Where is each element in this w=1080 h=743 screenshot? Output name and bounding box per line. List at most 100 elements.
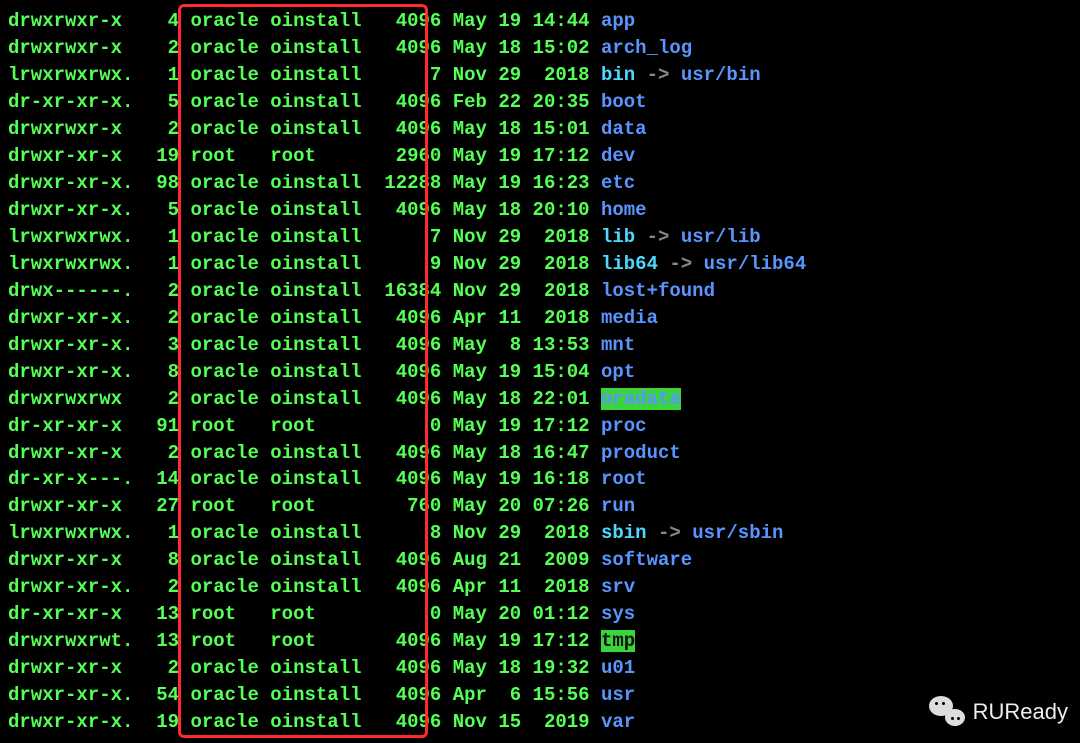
file-name: usr	[601, 684, 635, 706]
date: May 18 22:01	[453, 388, 590, 410]
permissions: lrwxrwxrwx.	[8, 522, 133, 544]
date: May 19 16:18	[453, 468, 590, 490]
link-count: 2	[145, 280, 179, 302]
permissions: drwxr-xr-x.	[8, 172, 133, 194]
owner: root	[190, 630, 258, 652]
permissions: drwxrwxrwx	[8, 388, 133, 410]
owner: oracle	[190, 361, 258, 383]
date: Nov 29 2018	[453, 280, 590, 302]
link-count: 1	[145, 226, 179, 248]
owner: oracle	[190, 711, 258, 733]
file-row: drwxr-xr-x. 19 oracle oinstall 4096 Nov …	[8, 709, 1072, 736]
date: May 18 20:10	[453, 199, 590, 221]
group: oinstall	[270, 549, 361, 571]
file-row: drwxr-xr-x. 2 oracle oinstall 4096 Apr 1…	[8, 305, 1072, 332]
file-row: drwxr-xr-x. 8 oracle oinstall 4096 May 1…	[8, 359, 1072, 386]
group: oinstall	[270, 361, 361, 383]
permissions: drwxrwxrwt.	[8, 630, 133, 652]
link-count: 1	[145, 522, 179, 544]
date: Apr 6 15:56	[453, 684, 590, 706]
size: 4096	[373, 307, 441, 329]
wechat-icon	[929, 696, 965, 726]
size: 0	[373, 603, 441, 625]
permissions: drwxr-xr-x.	[8, 307, 133, 329]
file-name: lib64	[601, 253, 658, 275]
group: oinstall	[270, 91, 361, 113]
link-count: 13	[145, 603, 179, 625]
link-count: 14	[145, 468, 179, 490]
size: 8	[373, 522, 441, 544]
date: May 20 07:26	[453, 495, 590, 517]
file-name: app	[601, 10, 635, 32]
size: 4096	[373, 199, 441, 221]
size: 4096	[373, 388, 441, 410]
symlink-target: usr/lib	[681, 226, 761, 248]
group: root	[270, 415, 361, 437]
file-row: drwxr-xr-x. 54 oracle oinstall 4096 Apr …	[8, 682, 1072, 709]
group: root	[270, 495, 361, 517]
file-name: dev	[601, 145, 635, 167]
link-count: 1	[145, 253, 179, 275]
size: 4096	[373, 684, 441, 706]
file-row: drwxr-xr-x 19 root root 2960 May 19 17:1…	[8, 143, 1072, 170]
date: May 20 01:12	[453, 603, 590, 625]
file-row: drwxr-xr-x 2 oracle oinstall 4096 May 18…	[8, 655, 1072, 682]
link-count: 19	[145, 711, 179, 733]
permissions: drwxr-xr-x.	[8, 334, 133, 356]
size: 4096	[373, 334, 441, 356]
file-name: sys	[601, 603, 635, 625]
link-count: 2	[145, 118, 179, 140]
date: May 18 15:02	[453, 37, 590, 59]
link-count: 54	[145, 684, 179, 706]
owner: oracle	[190, 91, 258, 113]
file-name: srv	[601, 576, 635, 598]
watermark-text: RUReady	[973, 696, 1068, 727]
file-name: bin	[601, 64, 635, 86]
group: oinstall	[270, 280, 361, 302]
file-name: sbin	[601, 522, 647, 544]
date: May 8 13:53	[453, 334, 590, 356]
group: oinstall	[270, 172, 361, 194]
permissions: drwxrwxr-x	[8, 10, 133, 32]
owner: oracle	[190, 442, 258, 464]
group: oinstall	[270, 226, 361, 248]
link-count: 2	[145, 307, 179, 329]
group: oinstall	[270, 468, 361, 490]
date: May 19 15:04	[453, 361, 590, 383]
file-row: drwxr-xr-x. 3 oracle oinstall 4096 May 8…	[8, 332, 1072, 359]
link-count: 2	[145, 657, 179, 679]
link-count: 5	[145, 199, 179, 221]
size: 4096	[373, 468, 441, 490]
permissions: drwxrwxr-x	[8, 37, 133, 59]
date: Aug 21 2009	[453, 549, 590, 571]
link-count: 2	[145, 388, 179, 410]
file-name: boot	[601, 91, 647, 113]
owner: oracle	[190, 37, 258, 59]
file-row: drwxr-xr-x. 2 oracle oinstall 4096 Apr 1…	[8, 574, 1072, 601]
group: oinstall	[270, 37, 361, 59]
size: 4096	[373, 37, 441, 59]
owner: oracle	[190, 172, 258, 194]
link-count: 3	[145, 334, 179, 356]
file-name: var	[601, 711, 635, 733]
file-row: drwxr-xr-x 27 root root 760 May 20 07:26…	[8, 493, 1072, 520]
file-row: lrwxrwxrwx. 1 oracle oinstall 9 Nov 29 2…	[8, 251, 1072, 278]
owner: oracle	[190, 522, 258, 544]
size: 7	[373, 64, 441, 86]
permissions: drwxrwxr-x	[8, 118, 133, 140]
symlink-target: usr/lib64	[704, 253, 807, 275]
date: May 19 17:12	[453, 630, 590, 652]
file-row: lrwxrwxrwx. 1 oracle oinstall 8 Nov 29 2…	[8, 520, 1072, 547]
symlink-target: usr/bin	[681, 64, 761, 86]
group: oinstall	[270, 684, 361, 706]
owner: oracle	[190, 549, 258, 571]
size: 16384	[373, 280, 441, 302]
permissions: drwxr-xr-x	[8, 442, 133, 464]
permissions: drwxr-xr-x.	[8, 199, 133, 221]
permissions: lrwxrwxrwx.	[8, 253, 133, 275]
date: May 18 16:47	[453, 442, 590, 464]
file-row: dr-xr-xr-x. 5 oracle oinstall 4096 Feb 2…	[8, 89, 1072, 116]
file-row: drwxr-xr-x. 98 oracle oinstall 12288 May…	[8, 170, 1072, 197]
permissions: lrwxrwxrwx.	[8, 64, 133, 86]
file-name: tmp	[601, 630, 635, 652]
